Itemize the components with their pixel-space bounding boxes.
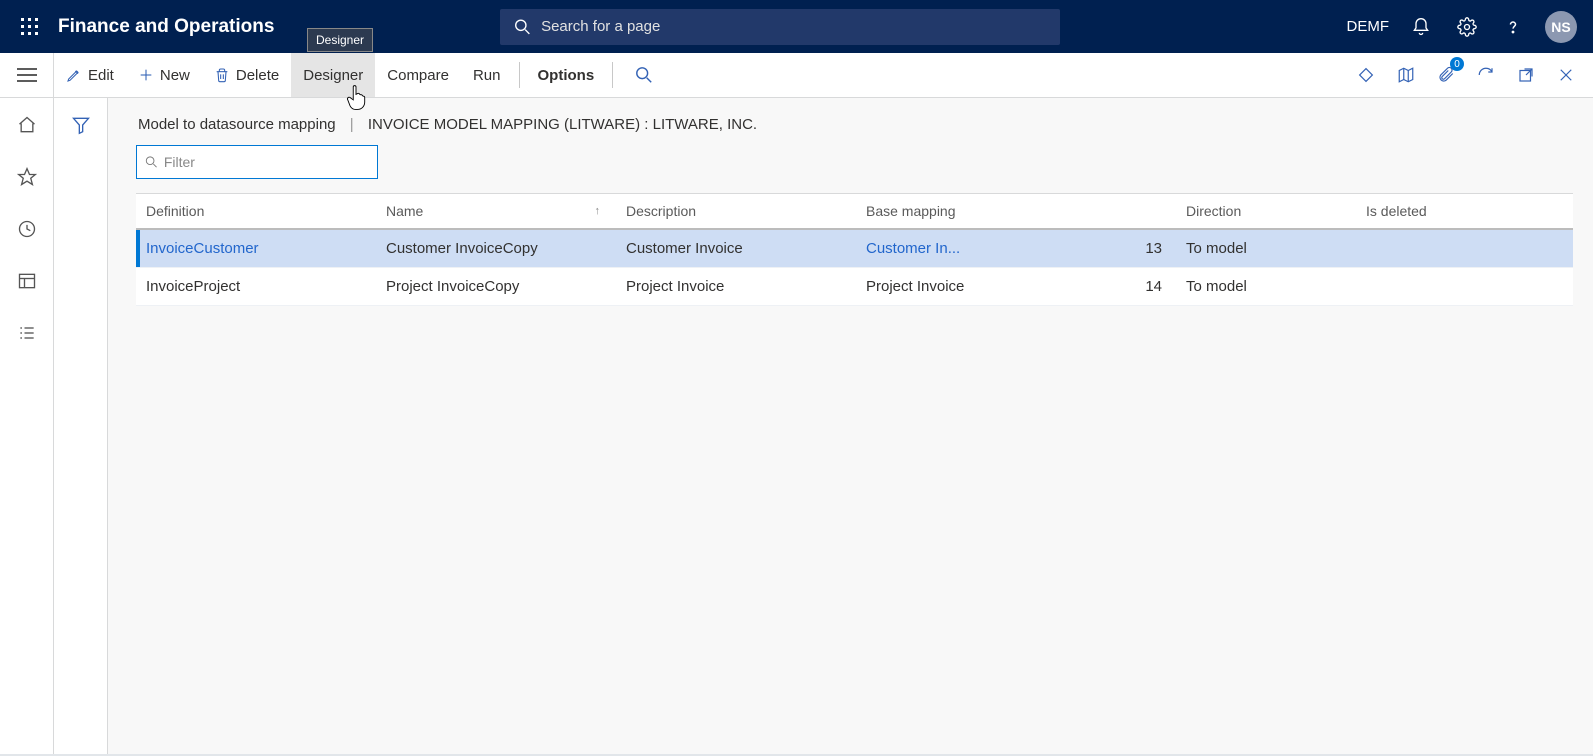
cell-description: Project Invoice: [616, 278, 856, 295]
filter-pane-strip: [54, 98, 108, 756]
grid-header: Definition Name↑ Description Base mappin…: [136, 194, 1573, 230]
table-row[interactable]: InvoiceProjectProject InvoiceCopyProject…: [136, 268, 1573, 306]
col-base-mapping[interactable]: Base mapping: [856, 203, 1076, 219]
plus-icon: [138, 67, 154, 83]
filter-input-wrap[interactable]: [136, 145, 378, 179]
action-buttons: Edit New Delete Designer Compare Run Opt…: [54, 53, 669, 97]
compare-button[interactable]: Compare: [375, 53, 461, 97]
grid-body: InvoiceCustomerCustomer InvoiceCopyCusto…: [136, 230, 1573, 306]
col-is-deleted[interactable]: Is deleted: [1356, 203, 1573, 219]
action-bar: Edit New Delete Designer Compare Run Opt…: [0, 53, 1593, 98]
popout-icon[interactable]: [1511, 60, 1541, 90]
main-area: Model to datasource mapping | INVOICE MO…: [0, 98, 1593, 756]
attach-icon[interactable]: 0: [1431, 60, 1461, 90]
designer-tooltip: Designer: [307, 28, 373, 52]
search-icon: [635, 66, 653, 84]
nav-toggle-icon[interactable]: [0, 53, 54, 98]
action-search-button[interactable]: [619, 53, 669, 97]
trash-icon: [214, 67, 230, 83]
table-row[interactable]: InvoiceCustomerCustomer InvoiceCopyCusto…: [136, 230, 1573, 268]
edit-label: Edit: [88, 67, 114, 84]
search-container: [500, 9, 1060, 45]
cell-num: 13: [1076, 240, 1176, 257]
options-label: Options: [538, 67, 595, 84]
action-right: 0: [1351, 60, 1593, 90]
delete-button[interactable]: Delete: [202, 53, 291, 97]
run-button[interactable]: Run: [461, 53, 513, 97]
run-label: Run: [473, 67, 501, 84]
search-input[interactable]: [541, 18, 1046, 35]
breadcrumb: Model to datasource mapping | INVOICE MO…: [136, 112, 1573, 145]
cell-definition: InvoiceProject: [136, 278, 376, 295]
cell-num: 14: [1076, 278, 1176, 295]
search-icon: [514, 18, 531, 36]
diamond-icon[interactable]: [1351, 60, 1381, 90]
pencil-icon: [66, 67, 82, 83]
cell-name: Customer InvoiceCopy: [376, 240, 616, 257]
user-avatar[interactable]: NS: [1545, 11, 1577, 43]
new-label: New: [160, 67, 190, 84]
map-icon[interactable]: [1391, 60, 1421, 90]
col-direction[interactable]: Direction: [1176, 203, 1356, 219]
app-title: Finance and Operations: [58, 16, 274, 38]
close-icon[interactable]: [1551, 60, 1581, 90]
action-separator: [519, 62, 520, 88]
designer-label: Designer: [303, 67, 363, 84]
home-icon[interactable]: [14, 112, 40, 138]
favorites-icon[interactable]: [14, 164, 40, 190]
workspaces-icon[interactable]: [14, 268, 40, 294]
action-separator-2: [612, 62, 613, 88]
attach-badge: 0: [1450, 57, 1464, 71]
breadcrumb-part1: Model to datasource mapping: [138, 116, 336, 133]
breadcrumb-part2: INVOICE MODEL MAPPING (LITWARE) : LITWAR…: [368, 116, 757, 133]
search-box[interactable]: [500, 9, 1060, 45]
filter-input[interactable]: [164, 154, 369, 170]
cell-direction: To model: [1176, 240, 1356, 257]
notifications-icon[interactable]: [1407, 13, 1435, 41]
options-button[interactable]: Options: [526, 53, 607, 97]
content-column: Model to datasource mapping | INVOICE MO…: [54, 98, 1593, 756]
col-definition[interactable]: Definition: [136, 203, 376, 219]
new-button[interactable]: New: [126, 53, 202, 97]
compare-label: Compare: [387, 67, 449, 84]
edit-button[interactable]: Edit: [54, 53, 126, 97]
cell-base-mapping: Customer In...: [856, 240, 1076, 257]
header-right: DEMF NS: [1347, 11, 1584, 43]
cell-base-mapping: Project Invoice: [856, 278, 1076, 295]
cell-direction: To model: [1176, 278, 1356, 295]
content: Model to datasource mapping | INVOICE MO…: [108, 98, 1593, 756]
delete-label: Delete: [236, 67, 279, 84]
designer-button[interactable]: Designer: [291, 53, 375, 97]
settings-icon[interactable]: [1453, 13, 1481, 41]
col-description[interactable]: Description: [616, 203, 856, 219]
help-icon[interactable]: [1499, 13, 1527, 41]
sort-asc-icon: ↑: [595, 205, 601, 217]
app-launcher-icon[interactable]: [10, 7, 50, 47]
top-header: Finance and Operations Designer DEMF NS: [0, 0, 1593, 53]
cell-name: Project InvoiceCopy: [376, 278, 616, 295]
modules-icon[interactable]: [14, 320, 40, 346]
recent-icon[interactable]: [14, 216, 40, 242]
cell-definition: InvoiceCustomer: [136, 240, 376, 257]
side-nav: [0, 98, 54, 756]
search-icon: [145, 155, 158, 169]
grid: Definition Name↑ Description Base mappin…: [136, 193, 1573, 306]
breadcrumb-sep: |: [350, 116, 354, 133]
company-code[interactable]: DEMF: [1347, 18, 1390, 35]
col-name[interactable]: Name↑: [376, 203, 616, 219]
refresh-icon[interactable]: [1471, 60, 1501, 90]
funnel-icon[interactable]: [68, 112, 94, 138]
cell-description: Customer Invoice: [616, 240, 856, 257]
